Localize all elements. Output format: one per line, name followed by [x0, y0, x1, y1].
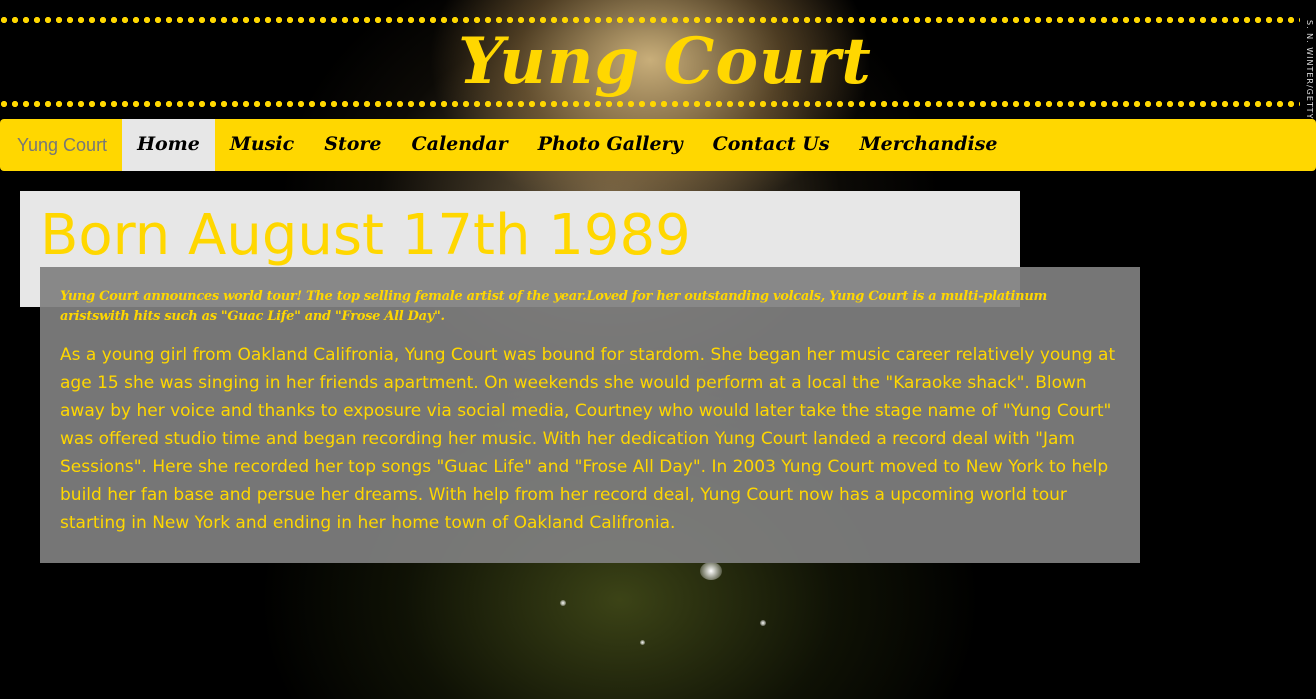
nav-item-contact-us[interactable]: Contact Us [698, 119, 845, 171]
bio-body-text: As a young girl from Oakland Califronia,… [60, 345, 1116, 533]
nav-item-merchandise[interactable]: Merchandise [845, 119, 1013, 171]
nav-item-store[interactable]: Store [309, 119, 396, 171]
nav-item-home[interactable]: Home [122, 119, 215, 171]
dotted-border-top [0, 16, 1300, 24]
dotted-border-bottom [0, 100, 1300, 108]
bio-panel: Yung Court announces world tour! The top… [40, 267, 1140, 563]
nav-item-music[interactable]: Music [215, 119, 309, 171]
bio-lead-text: Yung Court announces world tour! The top… [60, 289, 1047, 324]
nav-item-calendar[interactable]: Calendar [397, 119, 523, 171]
sparkle-light [640, 640, 645, 645]
navbar-brand[interactable]: Yung Court [0, 119, 122, 171]
jumbotron-heading: Born August 17th 1989 [40, 203, 691, 268]
sparkle-light [560, 600, 566, 606]
sparkle-light [700, 562, 722, 580]
main-navbar: Yung Court Home Music Store Calendar Pho… [0, 119, 1316, 171]
sparkle-light [760, 620, 766, 626]
nav-item-photo-gallery[interactable]: Photo Gallery [523, 119, 698, 171]
site-title: Yung Court [458, 24, 872, 99]
site-header: Yung Court [0, 0, 1300, 112]
